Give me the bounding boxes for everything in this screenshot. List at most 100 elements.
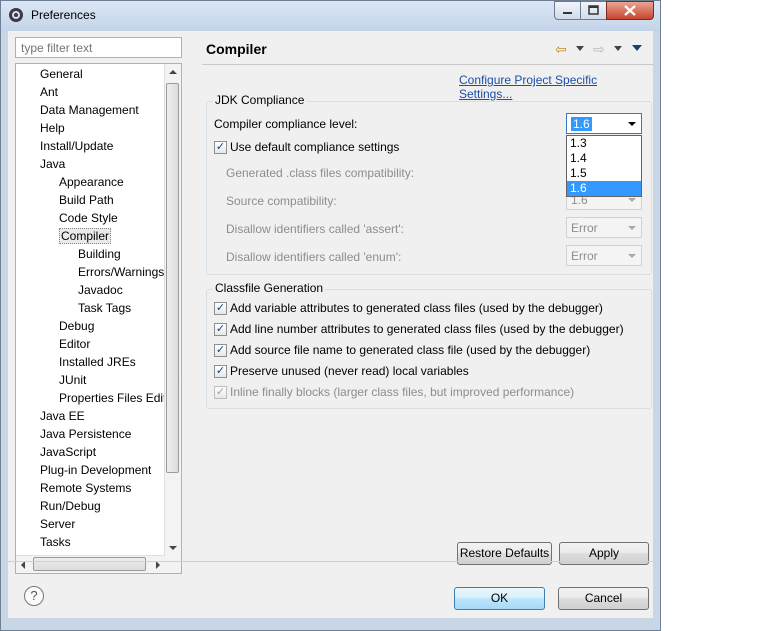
disallow-assert-combo[interactable]: Error (566, 217, 642, 238)
tree-item-java-persistence[interactable]: Java Persistence (40, 425, 131, 443)
h-scroll-thumb[interactable] (33, 557, 146, 571)
tree-item-tasks[interactable]: Tasks (40, 533, 71, 551)
tree-item-label: Tasks (40, 535, 71, 549)
close-button[interactable] (606, 1, 654, 20)
preferences-tree[interactable]: Tasks Server Run/Debug Remote Systems Plug-i… (15, 63, 182, 574)
tree-item-label: Remote Systems (40, 481, 132, 495)
scroll-thumb[interactable] (166, 83, 179, 473)
preserve-unused-checkbox[interactable]: ✓ (214, 365, 227, 378)
jdk-compliance-title: JDK Compliance (213, 93, 307, 107)
tree-item-server[interactable]: Server (40, 515, 75, 533)
maximize-button[interactable] (580, 1, 607, 20)
use-default-compliance-label: Use default compliance settings (230, 140, 400, 154)
inline-finally-checkbox[interactable]: ✓ (214, 386, 227, 399)
compliance-level-dropdown[interactable]: 1.3 1.4 1.5 1.6 (566, 135, 642, 197)
source-file-name-label: Add source file name to generated class … (230, 343, 591, 357)
tree-item-label: Appearance (59, 175, 124, 189)
tree-item-label: Plug-in Development (40, 463, 152, 477)
tree-item-building[interactable]: Building (78, 245, 121, 263)
preserve-unused-label: Preserve unused (never read) local varia… (230, 364, 469, 378)
help-icon[interactable]: ? (24, 586, 44, 606)
scroll-down-arrow-icon[interactable] (169, 546, 177, 550)
tree-item-remote-systems[interactable]: Remote Systems (40, 479, 131, 497)
tree-item-data-management[interactable]: Data Management (40, 101, 139, 119)
tree-item-editor[interactable]: Editor (59, 335, 90, 353)
disallow-assert-label: Disallow identifiers called 'assert': (226, 222, 404, 236)
tree-horizontal-scrollbar[interactable] (16, 555, 165, 573)
close-icon (624, 5, 636, 16)
tree-item-label: Task Tags (78, 301, 132, 315)
preferences-window: Preferences Tasks Server Run/Debug Remote S… (0, 0, 661, 631)
back-menu-chevron-down-icon[interactable] (576, 46, 584, 52)
minimize-icon (563, 12, 572, 14)
tree-item-task-tags[interactable]: Task Tags (78, 299, 131, 317)
tree-item-label: Java Persistence (40, 427, 132, 441)
forward-arrow-icon[interactable]: ⇨ (593, 41, 605, 58)
tree-item-build-path[interactable]: Build Path (59, 191, 114, 209)
tree-item-junit[interactable]: JUnit (59, 371, 86, 389)
tree-item-compiler[interactable]: Compiler (59, 227, 112, 245)
cancel-button[interactable]: Cancel (558, 587, 649, 610)
tree-item-label: Ant (40, 85, 59, 99)
tree-item-javadoc[interactable]: Javadoc (78, 281, 123, 299)
chevron-down-icon (628, 254, 636, 258)
title-bar[interactable]: Preferences (1, 1, 660, 31)
tree-item-debug[interactable]: Debug (59, 317, 94, 335)
tree-item-help[interactable]: Help (40, 119, 65, 137)
compliance-option-1-3[interactable]: 1.3 (567, 136, 641, 151)
compliance-level-label: Compiler compliance level: (214, 117, 358, 131)
minimize-button[interactable] (554, 1, 581, 20)
tree-item-errors-warnings[interactable]: Errors/Warnings (78, 263, 164, 281)
tree-item-label: Properties Files Edito (59, 391, 174, 405)
use-default-compliance-checkbox[interactable]: ✓ (214, 141, 227, 154)
variable-attributes-checkbox[interactable]: ✓ (214, 302, 227, 315)
window-title: Preferences (31, 8, 96, 22)
compliance-option-1-4[interactable]: 1.4 (567, 151, 641, 166)
scroll-left-arrow-icon[interactable] (21, 561, 25, 569)
compliance-level-value: 1.6 (571, 117, 592, 131)
tree-item-installed-jres[interactable]: Installed JREs (59, 353, 136, 371)
tree-item-label: Install/Update (40, 139, 114, 153)
classfile-generation-title: Classfile Generation (213, 281, 326, 295)
scroll-up-arrow-icon[interactable] (169, 70, 177, 74)
tree-item-label: Java (40, 157, 66, 171)
variable-attributes-label: Add variable attributes to generated cla… (230, 301, 603, 315)
dialog-body: Tasks Server Run/Debug Remote Systems Plug-i… (8, 31, 653, 618)
tree-item-appearance[interactable]: Appearance (59, 173, 124, 191)
tree-item-general[interactable]: General (40, 65, 83, 83)
tree-item-java-ee[interactable]: Java EE (40, 407, 85, 425)
source-file-name-checkbox[interactable]: ✓ (214, 344, 227, 357)
line-number-attributes-checkbox[interactable]: ✓ (214, 323, 227, 336)
tree-item-properties-files-edito[interactable]: Properties Files Edito (59, 389, 173, 407)
tree-item-label: Compiler (59, 228, 112, 244)
compliance-option-1-6[interactable]: 1.6 (567, 181, 641, 196)
tree-item-label: JUnit (59, 373, 87, 387)
header-separator (202, 64, 653, 65)
tree-item-javascript[interactable]: JavaScript (40, 443, 96, 461)
compliance-option-1-5[interactable]: 1.5 (567, 166, 641, 181)
tree-item-install-update[interactable]: Install/Update (40, 137, 113, 155)
forward-menu-chevron-down-icon[interactable] (614, 46, 622, 52)
tree-item-label: Installed JREs (59, 355, 136, 369)
view-menu-icon[interactable] (632, 45, 642, 52)
filter-input[interactable] (15, 37, 182, 58)
tree-item-run-debug[interactable]: Run/Debug (40, 497, 101, 515)
line-number-attributes-label: Add line number attributes to generated … (230, 322, 624, 336)
tree-item-ant[interactable]: Ant (40, 83, 58, 101)
tree-item-plug-in-development[interactable]: Plug-in Development (40, 461, 151, 479)
disallow-enum-combo[interactable]: Error (566, 245, 642, 266)
footer-separator (8, 561, 653, 562)
compliance-level-combo[interactable]: 1.6 (566, 113, 642, 134)
tree-item-label: Code Style (59, 211, 118, 225)
tree-item-label: Errors/Warnings (78, 265, 165, 279)
tree-item-label: Data Management (40, 103, 139, 117)
configure-project-settings-link[interactable]: Configure Project Specific Settings... (459, 73, 653, 101)
tree-item-code-style[interactable]: Code Style (59, 209, 118, 227)
back-arrow-icon[interactable]: ⇦ (555, 41, 567, 58)
ok-button[interactable]: OK (454, 587, 545, 610)
tree-item-java[interactable]: Java (40, 155, 65, 173)
tree-vertical-scrollbar[interactable] (164, 64, 181, 556)
pane-splitter[interactable] (188, 61, 191, 581)
scroll-right-arrow-icon[interactable] (156, 561, 160, 569)
tree-item-label: Editor (59, 337, 91, 351)
